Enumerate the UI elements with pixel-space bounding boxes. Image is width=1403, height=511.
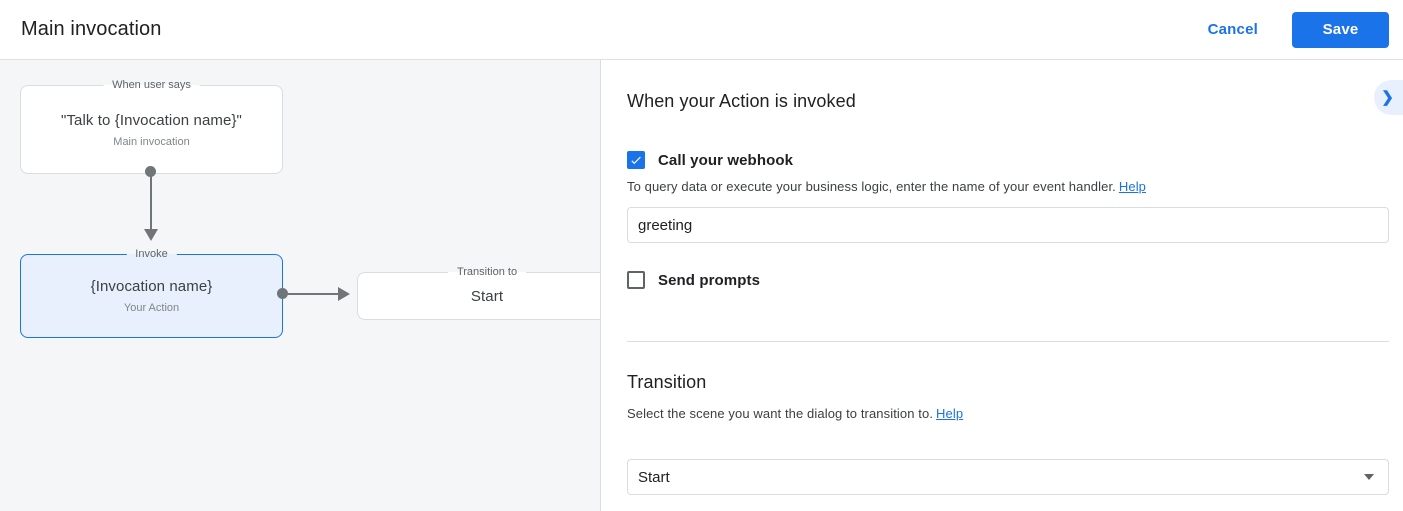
flow-canvas[interactable]: When user says "Talk to {Invocation name… [0,60,601,511]
transition-section-heading: Transition [627,372,707,392]
scene-select-value: Start [638,468,670,486]
send-prompts-checkbox-row: Send prompts [627,271,1389,289]
chevron-right-icon: ❯ [1381,89,1394,106]
send-prompts-checkbox[interactable] [627,271,645,289]
topbar-actions: Cancel Save [1208,11,1389,48]
connector-line-horizontal [288,293,338,295]
properties-panel: ❯ When your Action is invoked Call your … [601,60,1403,511]
node-invoke-selected[interactable]: Invoke {Invocation name} Your Action [20,247,283,338]
content-split: When user says "Talk to {Invocation name… [0,60,1403,511]
scene-select[interactable]: Start [627,459,1389,495]
node-subtitle: Main invocation [113,135,190,148]
node-legend: When user says [103,78,200,93]
dropdown-arrow-icon [1364,474,1374,480]
node-when-user-says[interactable]: When user says "Talk to {Invocation name… [20,78,283,174]
webhook-checkbox[interactable] [627,151,645,169]
page-title: Main invocation [21,18,162,40]
node-legend: Transition to [447,265,527,280]
connector-line-vertical [150,176,152,229]
node-title: {Invocation name} [90,278,213,295]
webhook-help-link[interactable]: Help [1119,179,1146,194]
node-transition-to-start[interactable]: Transition to Start [357,265,600,320]
arrow-down-icon [144,229,158,241]
collapse-panel-button[interactable]: ❯ [1374,80,1403,115]
transition-helper-text: Select the scene you want the dialog to … [627,406,964,421]
section-divider [627,341,1389,342]
webhook-helper-text: To query data or execute your business l… [627,179,1147,194]
invocation-section-heading: When your Action is invoked [627,91,856,111]
topbar: Main invocation Cancel Save [0,0,1403,60]
node-subtitle: Your Action [123,302,180,314]
node-title: Start [470,287,504,305]
main-invocation-editor: Main invocation Cancel Save When user sa… [0,0,1403,511]
cancel-button[interactable]: Cancel [1208,21,1258,38]
save-button[interactable]: Save [1292,11,1389,48]
event-handler-input[interactable] [627,207,1389,243]
checkmark-icon [631,156,641,165]
webhook-checkbox-row: Call your webhook [627,151,1389,169]
transition-help-link[interactable]: Help [936,406,963,421]
arrow-right-icon [338,287,350,301]
webhook-checkbox-label[interactable]: Call your webhook [658,152,793,169]
connector-dot [277,288,288,299]
node-legend: Invoke [126,247,177,262]
node-title: "Talk to {Invocation name}" [61,111,242,129]
send-prompts-checkbox-label[interactable]: Send prompts [658,272,760,289]
